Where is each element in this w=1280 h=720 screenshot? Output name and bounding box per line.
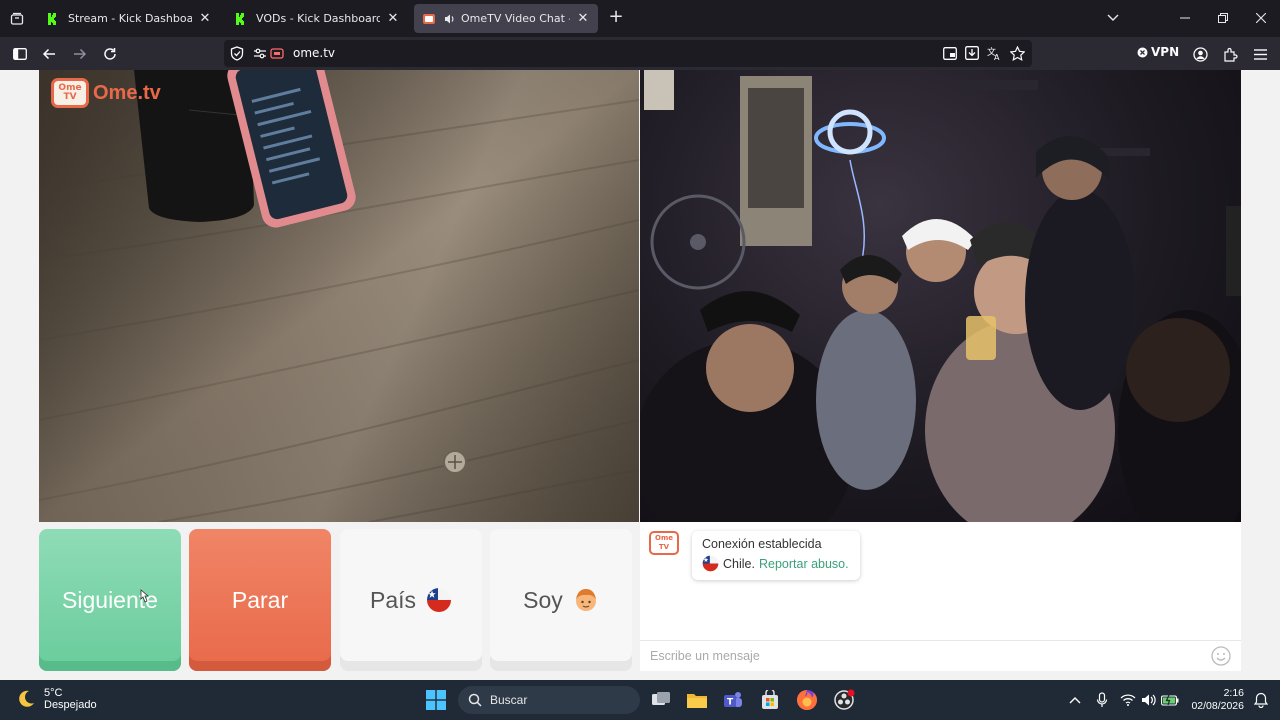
- chat-panel: Ome TV Conexión establecida Chile. Repor…: [640, 522, 1241, 671]
- obs-icon[interactable]: [832, 688, 856, 712]
- moon-icon: [19, 690, 34, 707]
- reload-icon[interactable]: [100, 44, 120, 64]
- minimize-icon[interactable]: [1175, 8, 1195, 28]
- local-video: Ome TV Ome.tv: [39, 70, 639, 522]
- svg-text:A: A: [994, 53, 1000, 61]
- ometv-logo-text: Ome.tv: [93, 81, 161, 104]
- notification-bell-icon[interactable]: [1251, 690, 1271, 710]
- remote-video: [640, 70, 1241, 522]
- close-window-icon[interactable]: [1251, 8, 1271, 28]
- camera-sharing-icon[interactable]: [270, 47, 284, 60]
- ometv-logo[interactable]: Ome TV Ome.tv: [51, 78, 161, 108]
- speaker-icon[interactable]: [444, 13, 456, 25]
- tab-title: Stream - Kick Dashboard: [68, 12, 192, 25]
- emoji-icon[interactable]: [1211, 646, 1231, 666]
- weather-widget[interactable]: 5°C Despejado: [16, 687, 97, 711]
- report-abuse-link[interactable]: Reportar abuso.: [759, 557, 849, 571]
- stop-button-label: Parar: [231, 586, 289, 613]
- tab-title: OmeTV Video Chat — Ome: [461, 12, 570, 25]
- gender-filter-button[interactable]: Soy: [490, 529, 632, 671]
- taskbar-search[interactable]: Buscar: [458, 686, 640, 714]
- country-filter-button[interactable]: País: [340, 529, 482, 671]
- weather-desc: Despejado: [44, 699, 97, 711]
- ometv-page: Ome TV Ome.tv Siguiente Parar País Soy O…: [0, 70, 1280, 680]
- save-page-icon[interactable]: [965, 46, 979, 60]
- clock-date: 02/08/2026: [1191, 700, 1244, 712]
- ometv-logo-icon: Ome TV: [51, 78, 89, 108]
- task-view-icon[interactable]: [649, 688, 673, 712]
- firefox-icon[interactable]: [795, 688, 819, 712]
- battery-charging-icon[interactable]: [1160, 690, 1180, 710]
- connection-status-text: Conexión establecida: [702, 537, 822, 551]
- navigation-toolbar: ome.tv 文A VPN: [0, 37, 1280, 70]
- country-button-label: País: [369, 586, 417, 613]
- bookmark-star-icon[interactable]: [1010, 46, 1025, 61]
- kick-icon: [46, 11, 60, 26]
- microsoft-store-icon[interactable]: [758, 688, 782, 712]
- permissions-icon[interactable]: [254, 48, 266, 59]
- windows-taskbar: 5°C Despejado Buscar T 2:16 02/08/2026: [0, 680, 1280, 720]
- search-label: Buscar: [490, 693, 528, 707]
- back-icon[interactable]: [39, 44, 59, 64]
- address-bar[interactable]: ome.tv 文A: [224, 40, 1032, 67]
- new-tab-button[interactable]: +: [606, 8, 626, 28]
- wifi-icon[interactable]: [1118, 690, 1138, 710]
- stranger-country-text: Chile.: [723, 556, 755, 571]
- microphone-icon[interactable]: [1092, 690, 1112, 710]
- url-text: ome.tv: [293, 46, 336, 60]
- system-message: Conexión establecida Chile. Reportar abu…: [692, 531, 860, 580]
- sidebar-toggle-icon[interactable]: [10, 44, 30, 64]
- vpn-off-icon: [1137, 47, 1148, 57]
- list-all-tabs-icon[interactable]: [1106, 9, 1126, 29]
- close-tab-icon[interactable]: ✕: [386, 11, 400, 26]
- translate-icon[interactable]: 文A: [987, 46, 1002, 61]
- chile-flag-icon: [426, 587, 452, 613]
- tab-title: VODs - Kick Dashboard: [256, 12, 380, 25]
- forward-icon[interactable]: [70, 44, 90, 64]
- file-explorer-icon[interactable]: [685, 688, 709, 712]
- tab-list-icon[interactable]: [6, 8, 28, 30]
- boy-avatar-icon: [573, 587, 599, 613]
- teams-icon[interactable]: T: [721, 688, 745, 712]
- tab-vods-kick[interactable]: VODs - Kick Dashboard ✕: [226, 4, 408, 33]
- next-button[interactable]: Siguiente: [39, 529, 181, 671]
- extensions-icon[interactable]: [1220, 44, 1240, 64]
- weather-temp: 5°C: [44, 687, 63, 699]
- close-tab-icon[interactable]: ✕: [198, 11, 212, 26]
- browser-tab-bar: Stream - Kick Dashboard ✕ VODs - Kick Da…: [0, 0, 1280, 37]
- clock-time: 2:16: [1223, 687, 1244, 699]
- tab-stream-kick[interactable]: Stream - Kick Dashboard ✕: [38, 4, 220, 33]
- windows-start-icon[interactable]: [426, 690, 446, 710]
- vpn-label: VPN: [1151, 45, 1180, 59]
- mouse-cursor-icon: [140, 589, 150, 603]
- stop-button[interactable]: Parar: [189, 529, 331, 671]
- restore-icon[interactable]: [1213, 8, 1233, 28]
- close-tab-icon[interactable]: ✕: [576, 11, 590, 26]
- soy-button-label: Soy: [523, 586, 563, 613]
- picture-in-picture-icon[interactable]: [943, 47, 957, 60]
- search-icon: [468, 693, 482, 707]
- shield-icon[interactable]: [230, 46, 244, 61]
- ometv-icon: [423, 13, 435, 24]
- volume-icon[interactable]: [1139, 690, 1159, 710]
- vpn-button[interactable]: VPN: [1137, 45, 1179, 59]
- svg-text:T: T: [727, 698, 734, 708]
- stranger-camera-image: [640, 70, 1241, 522]
- ometv-chat-logo-icon: Ome TV: [649, 531, 679, 555]
- tab-ometv[interactable]: OmeTV Video Chat — Ome ✕: [414, 4, 598, 33]
- system-clock[interactable]: 2:16 02/08/2026: [1186, 687, 1244, 713]
- account-icon[interactable]: [1190, 44, 1210, 64]
- menu-icon[interactable]: [1250, 44, 1270, 64]
- message-input[interactable]: [640, 641, 1200, 671]
- show-hidden-icons[interactable]: [1065, 690, 1085, 710]
- message-input-area: [640, 640, 1241, 671]
- kick-icon: [234, 11, 248, 26]
- wooden-table-image: [39, 70, 639, 522]
- chile-flag-icon: [702, 555, 719, 572]
